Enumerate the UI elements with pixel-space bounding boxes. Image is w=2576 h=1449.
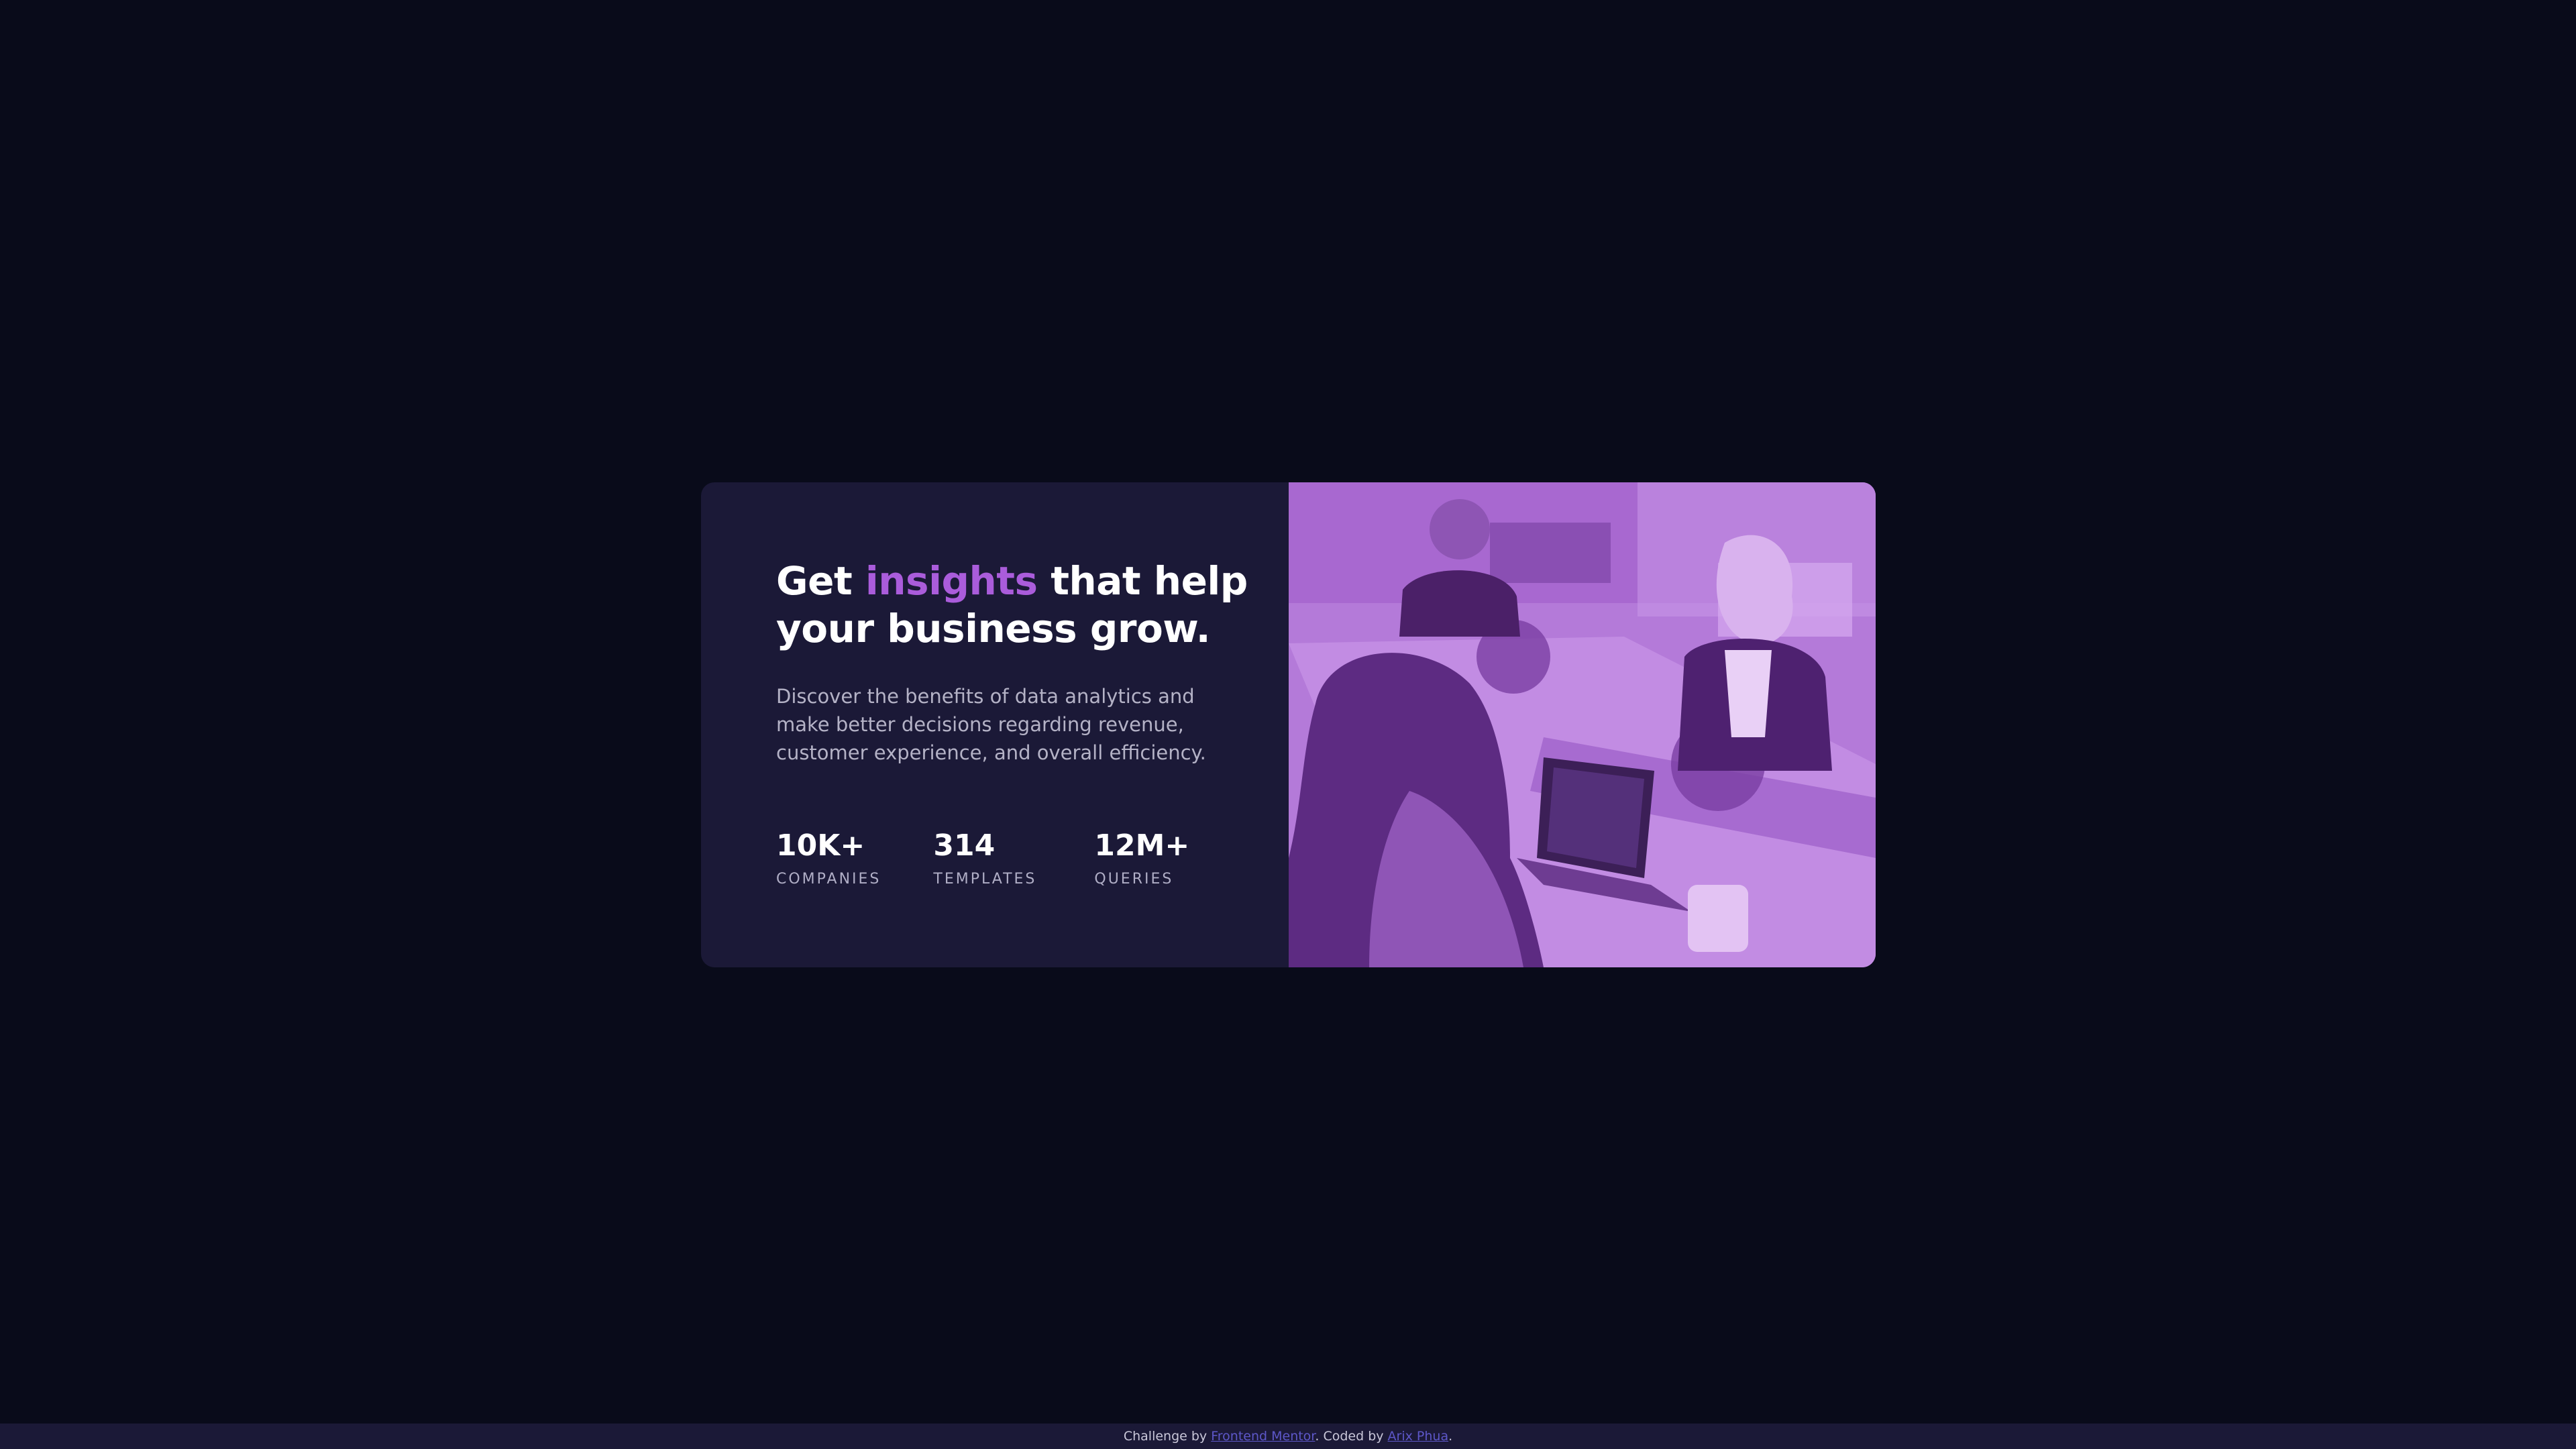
description: Discover the benefits of data analytics … [776, 685, 1206, 764]
stats-preview-card: Get insights that help your business gro… [701, 482, 1876, 967]
headline-accent: insights [865, 558, 1038, 604]
stat-value: 12M+ [1094, 828, 1190, 863]
stat-value: 10K+ [776, 828, 865, 863]
headline-pre: Get [776, 558, 865, 604]
card-text-panel: Get insights that help your business gro… [701, 482, 1289, 967]
author-link[interactable]: Arix Phua [1388, 1429, 1449, 1444]
stat-companies: 10K+ COMPANIES [776, 828, 881, 889]
stat-label: TEMPLATES [933, 871, 1037, 888]
frontend-mentor-link[interactable]: Frontend Mentor [1211, 1429, 1315, 1444]
footer-middle: . Coded by [1315, 1429, 1388, 1444]
stats-row: 10K+ COMPANIES 314 TEMPLATES 12M+ QUERIE… [776, 828, 1242, 889]
office-photo-illustration [1289, 482, 1876, 967]
stat-label: COMPANIES [776, 871, 881, 888]
office-photo [1289, 482, 1876, 967]
headline: Get insights that help your business gro… [776, 557, 1259, 653]
footer-prefix: Challenge by [1123, 1429, 1212, 1444]
stat-templates: 314 TEMPLATES [933, 828, 1036, 889]
footer-suffix: . [1448, 1429, 1453, 1444]
stat-value: 314 [933, 828, 996, 863]
stat-queries: 12M+ QUERIES [1094, 828, 1189, 889]
page-background: Get insights that help your business gro… [0, 0, 2576, 1424]
stat-label: QUERIES [1094, 871, 1174, 888]
attribution-footer: Challenge by Frontend Mentor. Coded by A… [0, 1424, 2576, 1449]
